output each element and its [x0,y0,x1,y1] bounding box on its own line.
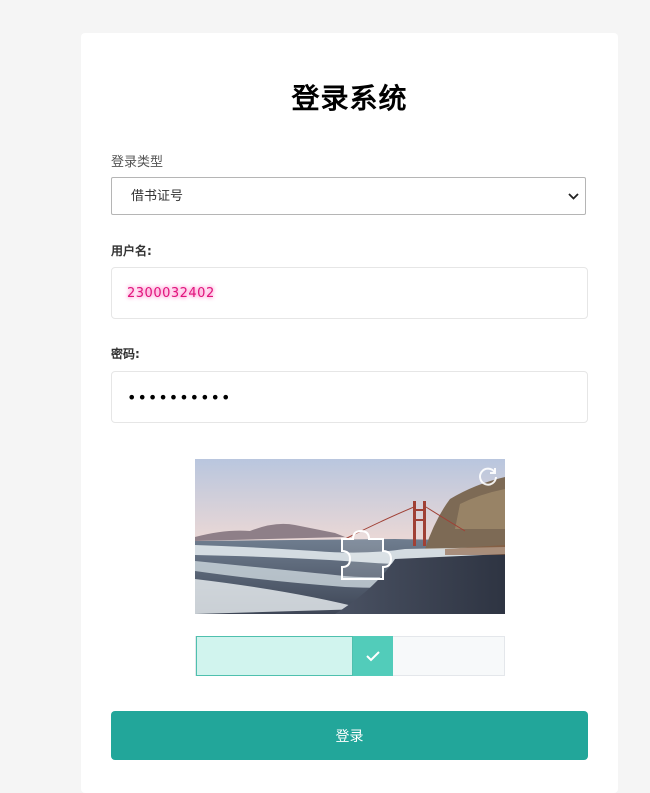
login-type-value: 借书证号 [131,189,184,204]
page-title: 登录系统 [291,82,408,115]
login-card: 登录系统 登录类型 借书证号 用户名: 2300032402 密码: •••••… [81,33,618,793]
login-button[interactable]: 登录 [111,711,588,760]
captcha-image [195,459,505,614]
username-input[interactable]: 2300032402 [111,267,588,319]
password-label: 密码: [111,347,140,361]
login-type-select[interactable]: 借书证号 [111,177,586,215]
username-value: 2300032402 [127,285,215,301]
captcha-slider-fill [196,636,353,676]
puzzle-piece-icon [341,529,393,580]
captcha-slider-handle[interactable] [353,636,393,676]
refresh-icon[interactable] [477,465,499,487]
chevron-down-icon [567,178,579,214]
captcha-slider-track [195,636,505,676]
username-label: 用户名: [111,244,152,258]
password-value: •••••••••• [127,387,232,407]
captcha-background [195,459,505,614]
login-type-label: 登录类型 [111,155,164,170]
check-icon [366,651,380,662]
password-input[interactable]: •••••••••• [111,371,588,423]
